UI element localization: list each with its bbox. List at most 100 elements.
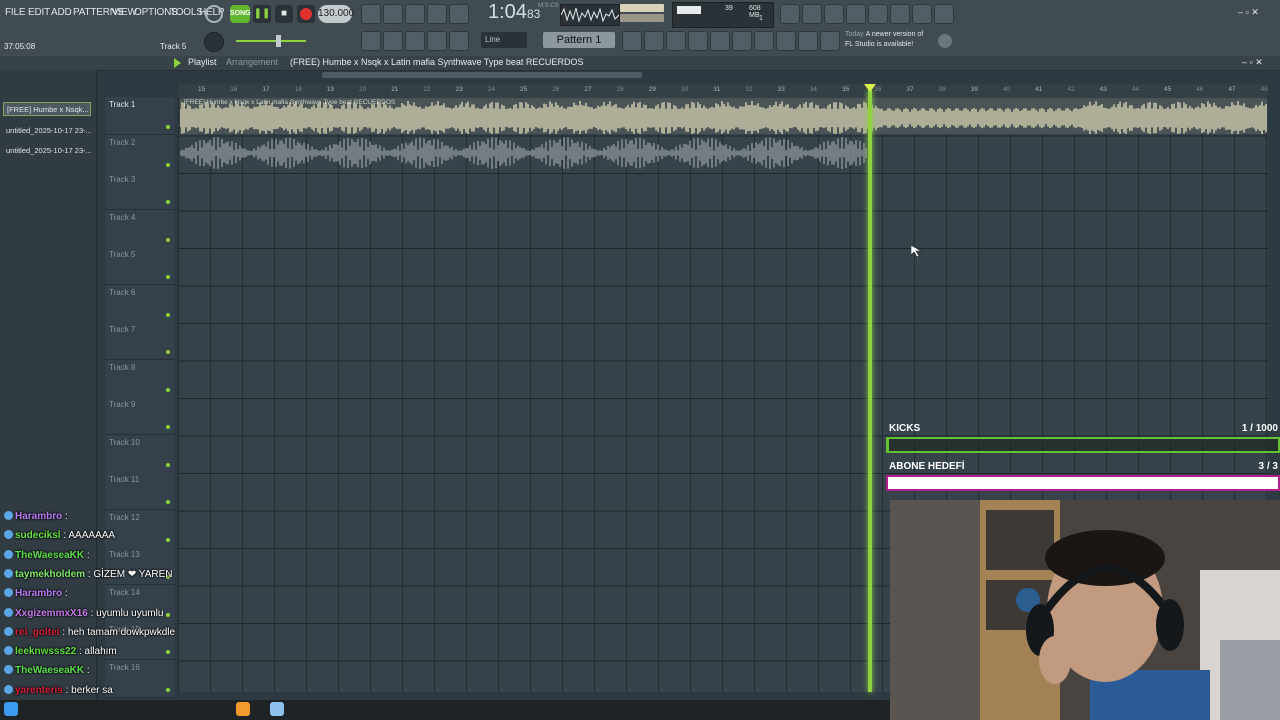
song-mode-button[interactable]: SONG (230, 5, 251, 23)
stop-button[interactable]: ■ (275, 5, 293, 23)
track-enable-icon[interactable] (166, 387, 170, 392)
pencil-icon[interactable] (405, 31, 425, 51)
app-icon[interactable] (270, 702, 284, 716)
arrow-icon[interactable] (383, 31, 403, 51)
link-icon[interactable] (427, 31, 447, 51)
track-header[interactable]: Track 16 (105, 659, 175, 698)
play-arrow-icon[interactable] (174, 58, 181, 68)
track-enable-icon[interactable] (166, 612, 170, 617)
track-enable-icon[interactable] (166, 125, 170, 129)
save-icon[interactable] (868, 4, 888, 24)
playhead[interactable] (868, 90, 872, 692)
browser-item[interactable]: untitled_2025-10-17 23-... (3, 124, 91, 138)
time-format-label: M:S:CS (538, 3, 559, 9)
webcam-feed (890, 500, 1280, 720)
menu-add[interactable]: ADD (51, 7, 72, 18)
metronome-icon[interactable] (205, 5, 223, 23)
track-enable-icon[interactable] (166, 312, 170, 317)
track-header[interactable]: Track 3 (105, 172, 175, 210)
track-header[interactable]: Track 4 (105, 209, 175, 248)
menu-tools[interactable]: TOOLS (170, 7, 203, 18)
app-window-controls[interactable]: – ▫ ✕ (1238, 7, 1259, 18)
brush-icon[interactable] (776, 31, 796, 51)
chat-username[interactable]: Harambro (15, 588, 62, 599)
track-enable-icon[interactable] (166, 687, 170, 692)
chat-username[interactable]: rei_goltei (15, 627, 59, 638)
track-enable-icon[interactable] (166, 462, 170, 467)
track-enable-icon[interactable] (166, 650, 170, 654)
playlist-icon[interactable] (622, 31, 642, 51)
chat-username[interactable]: Harambro (15, 511, 62, 522)
fl-studio-icon[interactable] (236, 702, 250, 716)
browser-item[interactable]: untitled_2025-10-17 23-... (3, 144, 91, 158)
tool-b-icon[interactable] (383, 4, 403, 24)
track-enable-icon[interactable] (166, 237, 170, 242)
stamp-icon[interactable] (449, 31, 469, 51)
chat-username[interactable]: XxgizemmxX16 (15, 608, 88, 619)
master-volume-slider[interactable] (236, 40, 306, 42)
track-header[interactable]: Track 6 (105, 284, 175, 323)
chat-username[interactable]: leeknwsss22 (15, 646, 76, 657)
cart-icon[interactable] (820, 31, 840, 51)
track-header[interactable]: Track 8 (105, 359, 175, 398)
chat-icon[interactable] (912, 4, 932, 24)
menu-edit[interactable]: EDIT (28, 7, 50, 18)
track-header[interactable]: Track 1 (105, 97, 175, 135)
tempo-display[interactable]: 130.000 (318, 5, 354, 23)
track-header[interactable]: Track 5 (105, 247, 175, 285)
track-header[interactable]: Track 11 (105, 472, 175, 510)
horizontal-scrollbar[interactable] (322, 72, 642, 78)
help-icon[interactable] (846, 4, 866, 24)
playhead-marker-icon[interactable] (864, 84, 876, 92)
track-enable-icon[interactable] (166, 425, 170, 429)
track-enable-icon[interactable] (166, 200, 170, 204)
mixer-view-icon[interactable] (666, 31, 686, 51)
pattern-selector[interactable]: Pattern 1 (543, 32, 615, 48)
track-header[interactable]: Track 7 (105, 322, 175, 360)
undo-icon[interactable] (780, 4, 800, 24)
window-controls[interactable]: – ▫ ✕ (1242, 57, 1263, 68)
mic-icon[interactable] (824, 4, 844, 24)
playlist-name[interactable]: (FREE) Humbe x Nsqk x Latin mafia Synthw… (290, 57, 583, 67)
tool-a-icon[interactable] (361, 4, 381, 24)
download-icon[interactable] (934, 4, 954, 24)
track-enable-icon[interactable] (166, 500, 170, 504)
track-enable-icon[interactable] (166, 162, 170, 167)
chat-username[interactable]: TheWaeseaKK (15, 665, 84, 676)
chat-username[interactable]: yarenteris (15, 685, 63, 696)
snap-selector[interactable]: Line (481, 32, 527, 48)
windows-start-icon[interactable] (4, 702, 18, 716)
tool-d-icon[interactable] (427, 4, 447, 24)
pause-button[interactable]: ❚❚ (253, 5, 271, 23)
tool-c-icon[interactable] (405, 4, 425, 24)
record-button[interactable] (297, 5, 315, 23)
track-enable-icon[interactable] (166, 275, 170, 279)
plugin-icon[interactable] (732, 31, 752, 51)
news-icon[interactable] (938, 34, 952, 48)
chat-username[interactable]: TheWaeseaKK (15, 550, 84, 561)
channel-rack-icon[interactable] (644, 31, 664, 51)
piano-icon[interactable] (361, 31, 381, 51)
track-header[interactable]: Track 12 (105, 509, 175, 548)
tool-e-icon[interactable] (449, 4, 469, 24)
cut-icon[interactable] (802, 4, 822, 24)
master-knob[interactable] (204, 32, 224, 52)
menu-file[interactable]: FILE (5, 7, 26, 18)
chat-username[interactable]: sudeciksl (15, 530, 61, 541)
hand-icon[interactable] (798, 31, 818, 51)
wrench-icon[interactable] (754, 31, 774, 51)
chat-badge-icon (4, 530, 13, 540)
news-panel[interactable]: Today A newer version of FL Studio is av… (845, 30, 923, 50)
track-header[interactable]: Track 10 (105, 434, 175, 473)
track-enable-icon[interactable] (166, 350, 170, 354)
track-enable-icon[interactable] (166, 537, 170, 542)
chat-username[interactable]: taymekholdem (15, 569, 85, 580)
piano-roll-icon[interactable] (688, 31, 708, 51)
audio-clip[interactable] (179, 135, 868, 171)
browser-item[interactable]: [FREE] Humbe x Nsqk... (3, 102, 91, 116)
mixer-icon[interactable] (890, 4, 910, 24)
browser-icon[interactable] (710, 31, 730, 51)
master-volume-handle[interactable] (276, 35, 281, 47)
track-header[interactable]: Track 2 (105, 134, 175, 173)
track-header[interactable]: Track 9 (105, 397, 175, 435)
